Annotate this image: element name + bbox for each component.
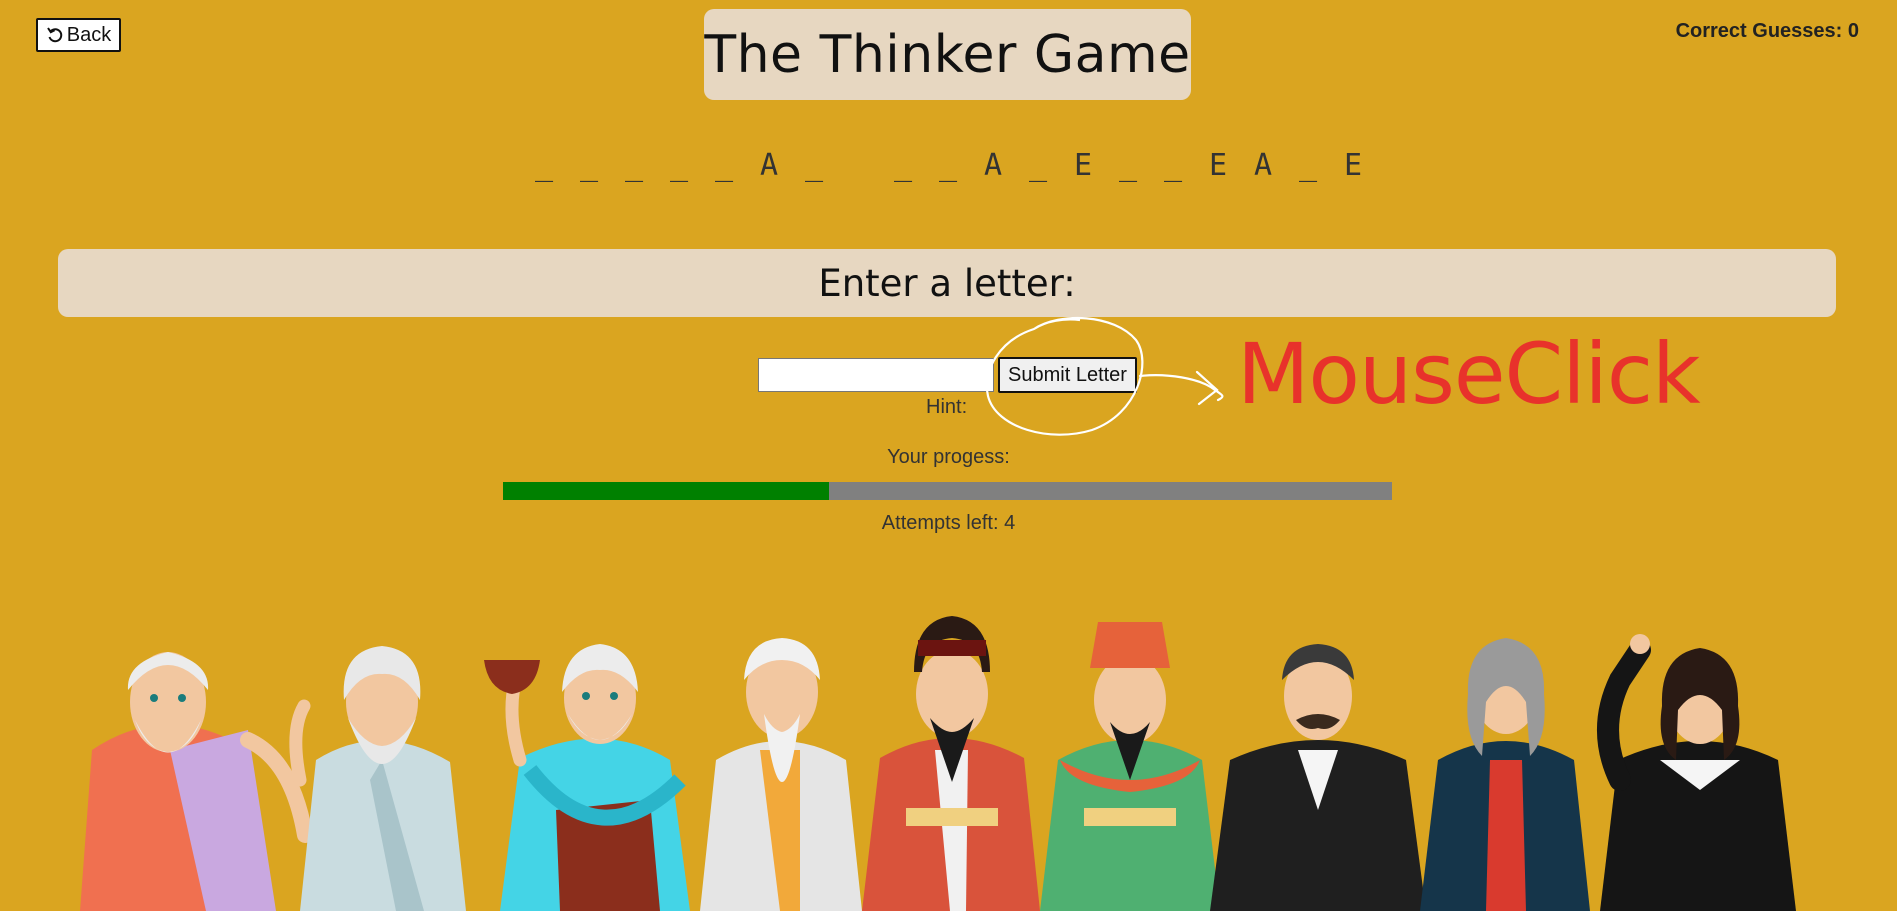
letter-slot: E xyxy=(1208,148,1228,183)
letter-slot: E xyxy=(1073,148,1093,183)
letter-slot: A xyxy=(1253,148,1273,183)
letter-slot: _ xyxy=(1028,148,1048,183)
annotation-arrow xyxy=(1138,370,1224,406)
progress-fill xyxy=(503,482,830,500)
philosopher-figure-9 xyxy=(1597,634,1796,911)
philosophers-illustration xyxy=(80,616,1796,911)
letter-slot: _ xyxy=(1298,148,1318,183)
prompt-label: Enter a letter: xyxy=(818,261,1076,305)
philosopher-figure-5 xyxy=(862,616,1040,911)
word-gap xyxy=(837,148,881,183)
letter-input[interactable] xyxy=(758,358,994,392)
letter-slot: _ xyxy=(804,148,824,183)
back-button[interactable]: Back xyxy=(36,18,121,52)
undo-arrow-icon xyxy=(46,26,64,44)
letter-slot: _ xyxy=(1118,148,1138,183)
title-panel: The Thinker Game xyxy=(704,9,1191,100)
letter-slot: _ xyxy=(938,148,958,183)
page-title: The Thinker Game xyxy=(704,24,1191,85)
mouseclick-annotation-label: MouseClick xyxy=(1237,325,1701,423)
back-label: Back xyxy=(66,23,112,46)
philosopher-figure-2 xyxy=(289,646,466,911)
attempts-left: Attempts left: 4 xyxy=(881,512,1016,534)
letter-slot: _ xyxy=(534,148,554,183)
letter-slot: _ xyxy=(893,148,913,183)
philosopher-figure-1 xyxy=(80,652,313,911)
letter-slot: _ xyxy=(579,148,599,183)
hint-label: Hint: xyxy=(926,396,968,418)
letter-slot: _ xyxy=(1163,148,1183,183)
progress-bar xyxy=(503,482,1392,500)
submit-letter-button[interactable]: Submit Letter xyxy=(998,357,1137,393)
philosopher-figure-7 xyxy=(1210,644,1426,911)
letter-slot: A xyxy=(759,148,779,183)
letter-slot: _ xyxy=(624,148,644,183)
hidden-word: _ _ _ _ _ A _ _ _ A _ E _ _ E A _ E xyxy=(0,148,1897,183)
letter-slot: E xyxy=(1343,148,1363,183)
philosopher-figure-4 xyxy=(700,638,862,911)
philosopher-figure-3 xyxy=(484,644,690,911)
letter-slot: _ xyxy=(669,148,689,183)
correct-guesses-counter: Correct Guesses: 0 xyxy=(1675,20,1859,42)
letter-slot: A xyxy=(983,148,1003,183)
letter-slot: _ xyxy=(714,148,734,183)
philosopher-figure-6 xyxy=(1040,622,1220,911)
progress-label: Your progess: xyxy=(887,446,1010,468)
philosopher-figure-8 xyxy=(1420,638,1590,911)
prompt-panel: Enter a letter: xyxy=(58,249,1836,317)
